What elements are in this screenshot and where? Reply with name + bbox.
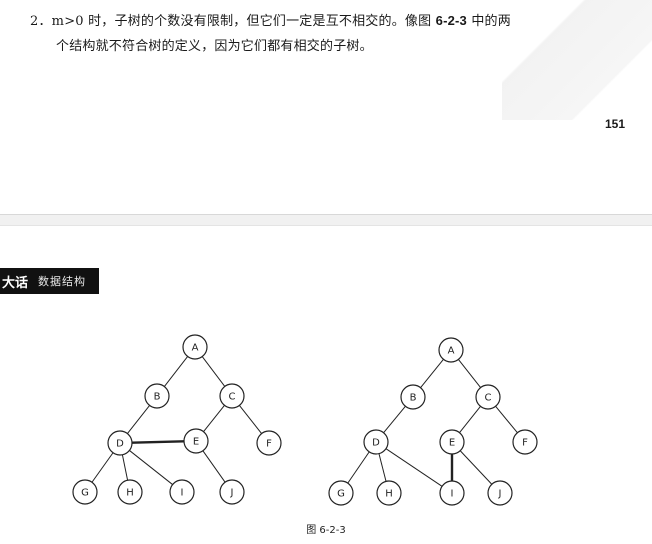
node-label: A xyxy=(448,346,455,357)
node-label: A xyxy=(192,343,199,354)
edge-C-F xyxy=(495,405,518,434)
node-A: A xyxy=(438,337,464,363)
edge-C-E xyxy=(203,405,225,432)
node-F: F xyxy=(256,430,282,456)
node-label: B xyxy=(154,392,161,403)
node-label: G xyxy=(337,489,345,500)
node-J: J xyxy=(219,479,245,505)
node-label: D xyxy=(116,439,124,450)
node-B: B xyxy=(400,384,426,410)
edge-D-I xyxy=(129,450,173,485)
node-G: G xyxy=(72,479,98,505)
paragraph: 2．m>0 时，子树的个数没有限制，但它们一定是互不相交的。像图 6-2-3 中… xyxy=(30,8,630,59)
node-label: D xyxy=(372,438,380,449)
node-label: J xyxy=(230,488,234,499)
node-H: H xyxy=(117,479,143,505)
node-J: J xyxy=(487,480,513,506)
page-number: 151 xyxy=(605,117,626,131)
edge-B-D xyxy=(383,405,406,434)
page-gap xyxy=(0,214,652,226)
figure-caption: 图 6-2-3 xyxy=(306,525,346,536)
node-label: B xyxy=(410,393,417,404)
node-label: F xyxy=(522,438,528,449)
edge-A-C xyxy=(458,359,481,388)
paragraph-line2: 个结构就不符合树的定义，因为它们都有相交的子树。 xyxy=(56,39,373,54)
paragraph-line1-a: m>0 时，子树的个数没有限制，但它们一定是互不相交的。像图 xyxy=(51,14,436,29)
node-F: F xyxy=(512,429,538,455)
node-label: J xyxy=(498,489,502,500)
tree-left: A B C D E F G H I J xyxy=(72,334,282,505)
node-I: I xyxy=(169,479,195,505)
edge-D-I xyxy=(385,448,443,487)
node-E: E xyxy=(183,428,209,454)
node-label: H xyxy=(126,488,134,499)
tree-right: A B C D E F G H I J xyxy=(328,337,538,506)
node-label: H xyxy=(385,489,393,500)
figure-reference: 6-2-3 xyxy=(435,13,467,28)
node-C: C xyxy=(219,383,245,409)
edge-A-B xyxy=(163,356,189,387)
node-label: C xyxy=(229,392,236,403)
node-label: E xyxy=(449,438,455,449)
node-label: C xyxy=(485,393,492,404)
node-B: B xyxy=(144,383,170,409)
edge-D-G xyxy=(91,452,114,483)
node-label: E xyxy=(193,437,199,448)
node-D: D xyxy=(363,429,389,455)
edge-E-J xyxy=(202,450,226,483)
edge-D-E xyxy=(131,440,185,444)
edge-D-H xyxy=(121,454,129,481)
node-A: A xyxy=(182,334,208,360)
edge-B-D xyxy=(127,405,150,434)
list-number: 2． xyxy=(30,14,52,29)
header-left-label: 大话 xyxy=(2,274,29,290)
node-label: F xyxy=(266,439,272,450)
edge-E-J xyxy=(459,450,493,485)
book-header: 大话 数据结构 xyxy=(0,268,99,294)
node-label: I xyxy=(181,488,184,499)
node-G: G xyxy=(328,480,354,506)
node-label: I xyxy=(451,489,454,500)
edge-C-E xyxy=(459,406,481,433)
node-E: E xyxy=(439,429,465,455)
node-I: I xyxy=(439,480,465,506)
node-H: H xyxy=(376,480,402,506)
edge-A-C xyxy=(201,356,226,387)
tree-figure: A B C D E F G H I J A B C D E F G H I J xyxy=(72,334,538,506)
edge-D-G xyxy=(347,451,370,484)
header-right-label: 数据结构 xyxy=(38,275,87,288)
paragraph-line1-b: 中的两 xyxy=(467,14,511,29)
edge-C-F xyxy=(239,405,262,434)
node-label: G xyxy=(81,488,89,499)
edge-D-H xyxy=(378,453,387,482)
node-C: C xyxy=(475,384,501,410)
node-D: D xyxy=(107,430,133,456)
edge-A-B xyxy=(420,359,444,388)
